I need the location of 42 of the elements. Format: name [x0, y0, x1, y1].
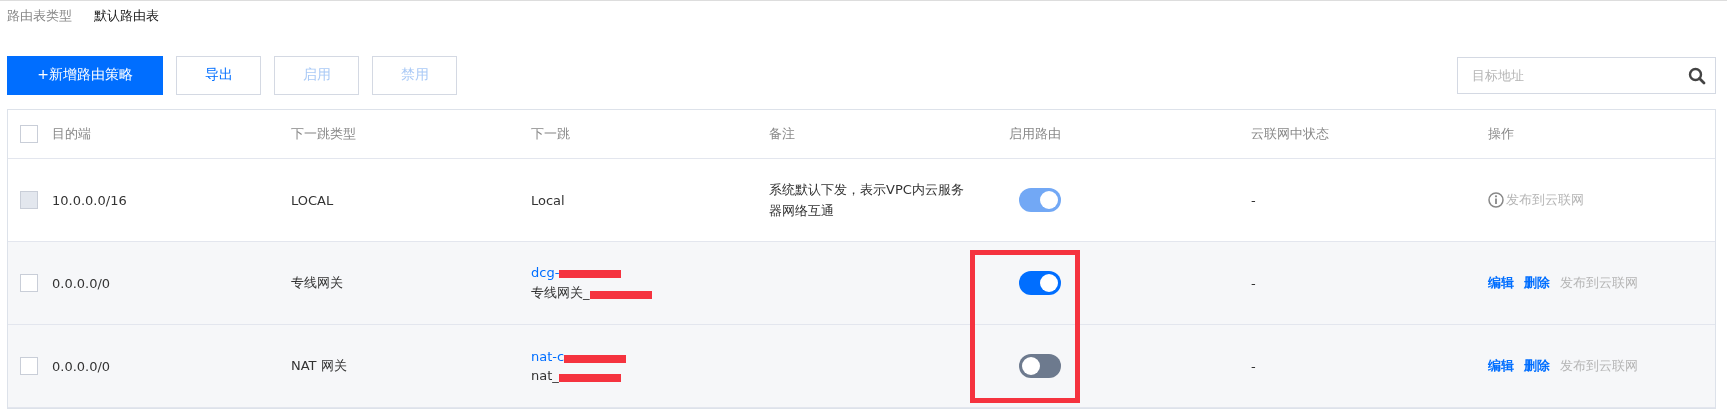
table-cell: 0.0.0.0/0 [52, 358, 111, 374]
note-text: 系统默认下发，表示VPC内云服务器网络互通 [769, 181, 965, 220]
redaction-mark [589, 290, 652, 299]
table-cell: 10.0.0.0/16 [52, 192, 127, 208]
field-label: 路由表类型 [7, 7, 72, 25]
search-field[interactable]: 目标地址 [1457, 56, 1716, 94]
action-link[interactable]: 编辑 [1488, 357, 1514, 375]
table-cell: 专线网关 [291, 274, 343, 292]
table-cell: Local [531, 192, 565, 208]
column-header: 下一跳类型 [291, 125, 356, 143]
checkbox[interactable] [20, 125, 38, 143]
search-icon[interactable] [1688, 66, 1706, 85]
gateway-link[interactable]: dcg- [531, 264, 560, 280]
gateway-name: 专线网关_ [531, 283, 590, 302]
table-cell: - [1251, 192, 1256, 208]
table-cell: 0.0.0.0/0 [52, 275, 111, 291]
action-link[interactable]: 删除 [1524, 357, 1550, 375]
redaction-mark [558, 373, 621, 382]
column-header: 下一跳 [531, 125, 570, 143]
action-link[interactable]: 删除 [1524, 274, 1550, 292]
redaction-mark [564, 354, 627, 363]
column-header: 启用路由 [1009, 125, 1061, 143]
route-table-type: 默认路由表 [94, 7, 159, 25]
column-header: 云联网中状态 [1251, 125, 1329, 143]
gateway-name: nat_ [531, 368, 559, 383]
redaction-mark [559, 270, 622, 278]
table-cell: - [1251, 275, 1256, 291]
table-cell: LOCAL [291, 192, 334, 208]
table-cell: NAT 网关 [291, 357, 347, 375]
action-link[interactable]: 编辑 [1488, 274, 1514, 292]
toolbar-button[interactable]: +新增路由策略 [7, 55, 163, 95]
checkbox[interactable] [20, 274, 38, 292]
checkbox[interactable] [20, 357, 38, 375]
toolbar-button[interactable]: 导出 [176, 55, 261, 95]
toggle-switch[interactable] [1019, 271, 1061, 295]
info-icon [1488, 192, 1504, 208]
column-header: 目的端 [52, 125, 91, 143]
gateway-link[interactable]: nat-c [531, 349, 565, 364]
table-cell: - [1251, 358, 1256, 374]
toggle-switch[interactable] [1019, 354, 1061, 378]
column-header: 操作 [1488, 125, 1514, 143]
column-header: 备注 [769, 125, 795, 143]
